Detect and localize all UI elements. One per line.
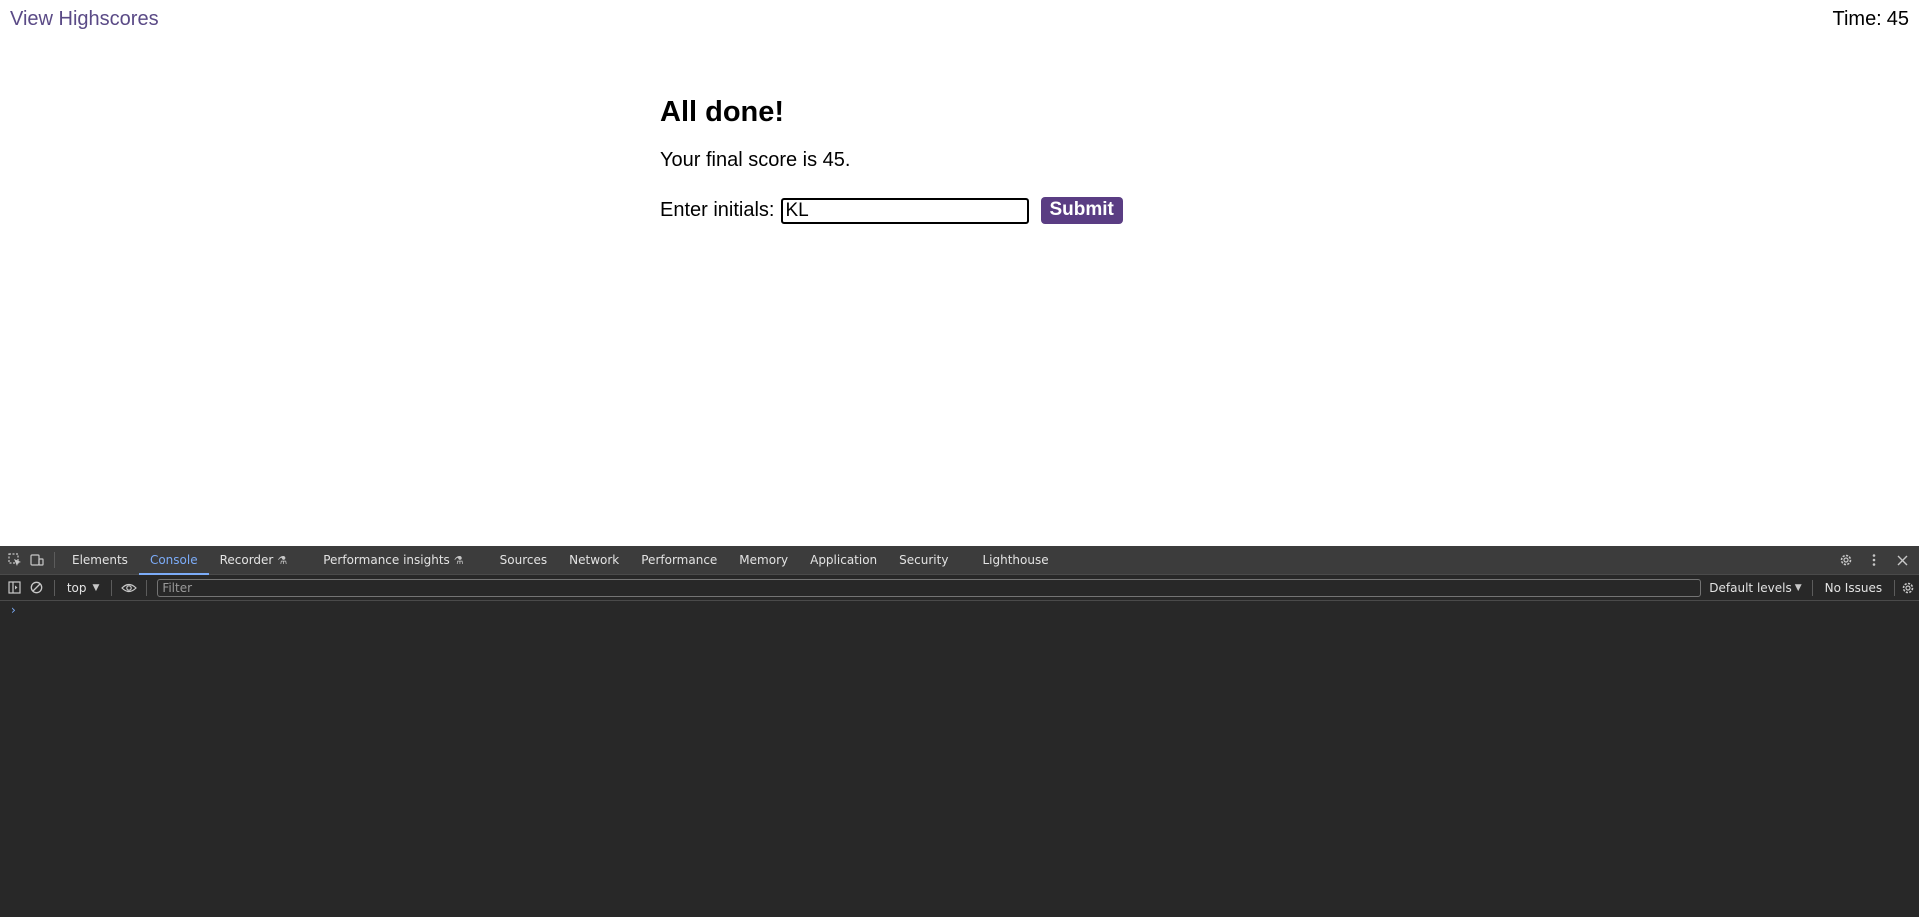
clear-console-icon[interactable] (26, 578, 48, 598)
tab-elements[interactable]: Elements (61, 546, 139, 574)
tab-sources[interactable]: Sources (489, 546, 558, 574)
tab-network[interactable]: Network (558, 546, 630, 574)
close-icon[interactable] (1891, 550, 1913, 570)
submit-button[interactable]: Submit (1040, 197, 1123, 224)
timer-label: Time: (1832, 8, 1882, 30)
context-value: top (66, 580, 87, 595)
toolbar-divider (1894, 579, 1896, 596)
toolbar-divider (54, 552, 55, 568)
timer: Time: 45 (1832, 8, 1909, 31)
device-toggle-icon[interactable] (26, 550, 48, 570)
console-settings-icon[interactable] (1897, 578, 1919, 598)
toolbar-divider (146, 579, 148, 596)
console-filter-input[interactable] (157, 578, 1702, 597)
log-levels-label: Default levels (1709, 580, 1792, 595)
toolbar-divider (1811, 579, 1813, 596)
caret-down-icon: ▼ (1794, 582, 1802, 593)
flask-icon: ⚗ (453, 554, 464, 567)
tab-memory[interactable]: Memory (728, 546, 799, 574)
all-done-heading: All done! (660, 96, 785, 128)
quiz-end-panel: All done! Your final score is 45. Enter … (660, 96, 1123, 224)
tab-security[interactable]: Security (888, 546, 959, 574)
tab-console[interactable]: Console (138, 546, 209, 575)
log-levels-dropdown[interactable]: Default levels ▼ (1709, 581, 1801, 595)
devtools-tabbar: Elements Console Recorder ⚗ Performance i… (0, 546, 1919, 575)
devtools-panel: Elements Console Recorder ⚗ Performance i… (0, 546, 1919, 917)
toolbar-divider (111, 579, 113, 596)
caret-down-icon: ▼ (92, 582, 100, 593)
tab-recorder-label: Recorder (219, 553, 274, 567)
tab-performance-insights[interactable]: Performance insights ⚗ (312, 546, 474, 574)
issues-counter[interactable]: No Issues (1825, 581, 1882, 595)
tab-recorder[interactable]: Recorder ⚗ (209, 546, 299, 574)
initials-form: Enter initials: Submit (660, 197, 1123, 224)
flask-icon: ⚗ (277, 554, 288, 567)
kebab-menu-icon[interactable] (1863, 550, 1885, 570)
tab-performance-insights-label: Performance insights (323, 553, 450, 567)
console-toolbar: top▼ Default levels▼ No Issues (0, 575, 1919, 601)
tab-application[interactable]: Application (799, 546, 888, 574)
view-highscores-link[interactable]: View Highscores (10, 8, 159, 31)
console-prompt[interactable]: › (11, 603, 16, 617)
timer-value: 45 (1886, 8, 1909, 30)
page-viewport: View Highscores Time: 45 All done! Your f… (0, 0, 1919, 546)
settings-gear-icon[interactable] (1835, 550, 1857, 570)
eye-icon[interactable] (118, 578, 140, 598)
toolbar-divider (53, 579, 55, 596)
final-score-text: Your final score is 45. (660, 149, 851, 171)
initials-label: Enter initials: (660, 199, 775, 221)
tab-lighthouse[interactable]: Lighthouse (971, 546, 1059, 574)
inspect-icon[interactable] (4, 550, 26, 570)
sidebar-toggle-icon[interactable] (4, 578, 26, 598)
initials-input[interactable] (780, 197, 1029, 224)
tab-performance[interactable]: Performance (630, 546, 728, 574)
devtools-actions (1835, 550, 1913, 570)
context-selector[interactable]: top ▼ (61, 581, 106, 595)
